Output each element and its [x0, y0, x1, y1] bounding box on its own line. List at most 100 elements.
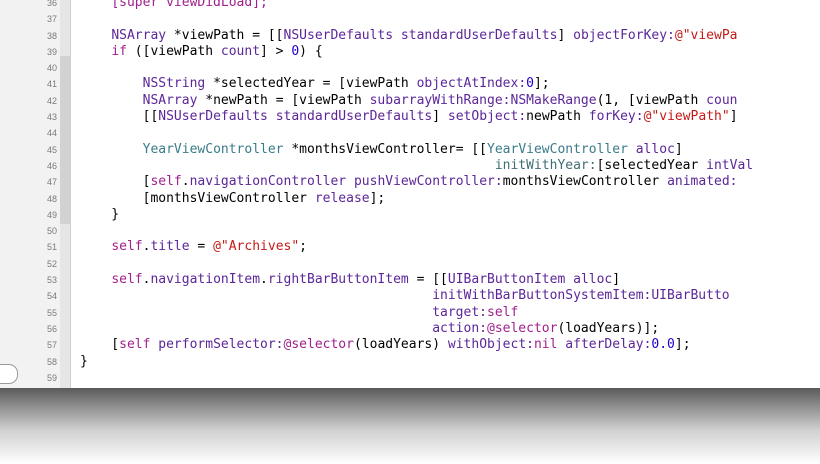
code-token: count	[220, 43, 261, 59]
code-token: *newPath = [viewPath	[197, 92, 370, 108]
code-token: ];	[674, 337, 691, 353]
code-text: [self performSelector:@selector(loadYear…	[80, 337, 691, 353]
code-line[interactable]: 41 NSString *selectedYear = [viewPath ob…	[0, 76, 820, 92]
code-text: initWithYear:[selectedYear intVal	[80, 158, 753, 174]
code-token: [selectedYear	[596, 157, 707, 173]
code-token: self	[487, 304, 519, 320]
code-line[interactable]: 44	[0, 125, 820, 141]
line-number: 43	[46, 112, 57, 123]
code-line[interactable]: 54 initWithBarButtonSystemItem:UIBarButt…	[0, 288, 820, 304]
code-line[interactable]: 45 YearViewController *monthsViewControl…	[0, 142, 820, 158]
code-line[interactable]: 38 NSArray *viewPath = [[NSUserDefaults …	[0, 28, 820, 44]
code-token: NSArray	[111, 27, 167, 43]
code-text: self.title = @"Archives";	[80, 239, 307, 255]
code-token: monthsViewController	[502, 174, 668, 190]
code-token: [super viewDidLoad];	[111, 0, 268, 10]
line-number: 53	[46, 275, 57, 286]
code-line[interactable]: 56 action:@selector(loadYears)];	[0, 321, 820, 337]
code-token: target:	[432, 304, 487, 320]
code-line[interactable]: 58}	[0, 354, 820, 370]
code-token: ]	[729, 109, 738, 125]
scroll-pill-control[interactable]	[0, 364, 18, 384]
code-token: standardUserDefaults	[400, 27, 558, 43]
code-token: [	[80, 337, 120, 353]
code-token: navigationController	[189, 174, 347, 190]
code-token: afterDelay:	[565, 337, 652, 353]
line-number: 54	[46, 291, 57, 302]
code-token: *monthsViewController= [[	[283, 141, 488, 157]
code-token: @"viewPath"	[643, 109, 730, 125]
code-line[interactable]: 47 [self.navigationController pushViewCo…	[0, 174, 820, 190]
code-text: action:@selector(loadYears)];	[80, 321, 659, 337]
code-line[interactable]: 48 [monthsViewController release];	[0, 191, 820, 207]
line-number: 45	[46, 144, 57, 155]
code-token: 0	[526, 76, 534, 92]
code-text: initWithBarButtonSystemItem:UIBarButto	[80, 288, 729, 304]
code-token: navigationItem	[150, 272, 261, 288]
code-token: ) {	[299, 43, 323, 59]
code-token: if	[111, 43, 127, 59]
code-line[interactable]: 36 [super viewDidLoad];	[0, 0, 820, 11]
code-token: pushViewController:	[353, 174, 503, 190]
line-number: 50	[46, 226, 57, 237]
code-token: [[	[80, 109, 159, 125]
code-line[interactable]: 39 if ([viewPath count] > 0) {	[0, 44, 820, 60]
code-token: coun	[706, 92, 738, 108]
code-token: = [[	[408, 272, 448, 288]
code-line[interactable]: 43 [[NSUserDefaults standardUserDefaults…	[0, 109, 820, 125]
code-token: setObject:	[447, 109, 527, 125]
code-text: if ([viewPath count] > 0) {	[80, 43, 323, 60]
code-token: ];	[369, 190, 386, 206]
line-number: 51	[46, 242, 57, 253]
code-line[interactable]: 53 self.navigationItem.rightBarButtonIte…	[0, 272, 820, 288]
code-line[interactable]: 50	[0, 223, 820, 239]
code-line[interactable]: 49 }	[0, 207, 820, 223]
code-line[interactable]: 55 target:self	[0, 305, 820, 321]
code-token: 0.0	[651, 337, 675, 353]
code-token: (loadYears)];	[557, 320, 660, 336]
code-token: ([viewPath	[126, 43, 221, 59]
window-reflection	[0, 388, 820, 464]
code-token: NSUserDefaults	[283, 27, 394, 43]
code-token: action:	[432, 320, 487, 336]
line-number: 49	[46, 209, 57, 220]
code-token: intVal	[706, 157, 754, 173]
code-token: title	[150, 239, 190, 255]
code-token: @selector	[487, 320, 558, 336]
code-line[interactable]: 37	[0, 11, 820, 27]
code-line[interactable]: 46 initWithYear:[selectedYear intVal	[0, 158, 820, 174]
code-line[interactable]: 42 NSArray *newPath = [viewPath subarray…	[0, 93, 820, 109]
code-token: *viewPath = [[	[166, 27, 284, 43]
code-line[interactable]: 59	[0, 370, 820, 386]
code-line[interactable]: 52	[0, 256, 820, 272]
code-lines: 36 [super viewDidLoad]; 37 38 NSArray *vie…	[0, 0, 820, 386]
code-line[interactable]: 40	[0, 60, 820, 76]
code-token: NSUserDefaults	[158, 109, 268, 125]
code-token: [	[80, 174, 151, 190]
code-text: [self.navigationController pushViewContr…	[80, 174, 738, 190]
code-token: animated:	[667, 174, 738, 190]
code-line[interactable]: 57 [self performSelector:@selector(loadY…	[0, 337, 820, 353]
line-number: 47	[46, 177, 57, 188]
code-editor[interactable]: 36 [super viewDidLoad]; 37 38 NSArray *vie…	[0, 0, 820, 388]
code-token: [monthsViewController	[80, 190, 315, 206]
code-token: YearViewController	[142, 141, 284, 157]
code-token: (1, [viewPath	[596, 92, 707, 108]
code-token: standardUserDefaults	[275, 109, 433, 125]
code-token: self	[111, 272, 143, 288]
line-number: 41	[46, 79, 57, 90]
code-text: target:self	[80, 305, 518, 321]
line-number: 40	[46, 63, 57, 74]
code-line[interactable]: 51 self.title = @"Archives";	[0, 239, 820, 255]
code-token: YearViewController	[487, 141, 628, 157]
code-text: [super viewDidLoad];	[80, 0, 268, 11]
code-token: .	[181, 174, 190, 190]
